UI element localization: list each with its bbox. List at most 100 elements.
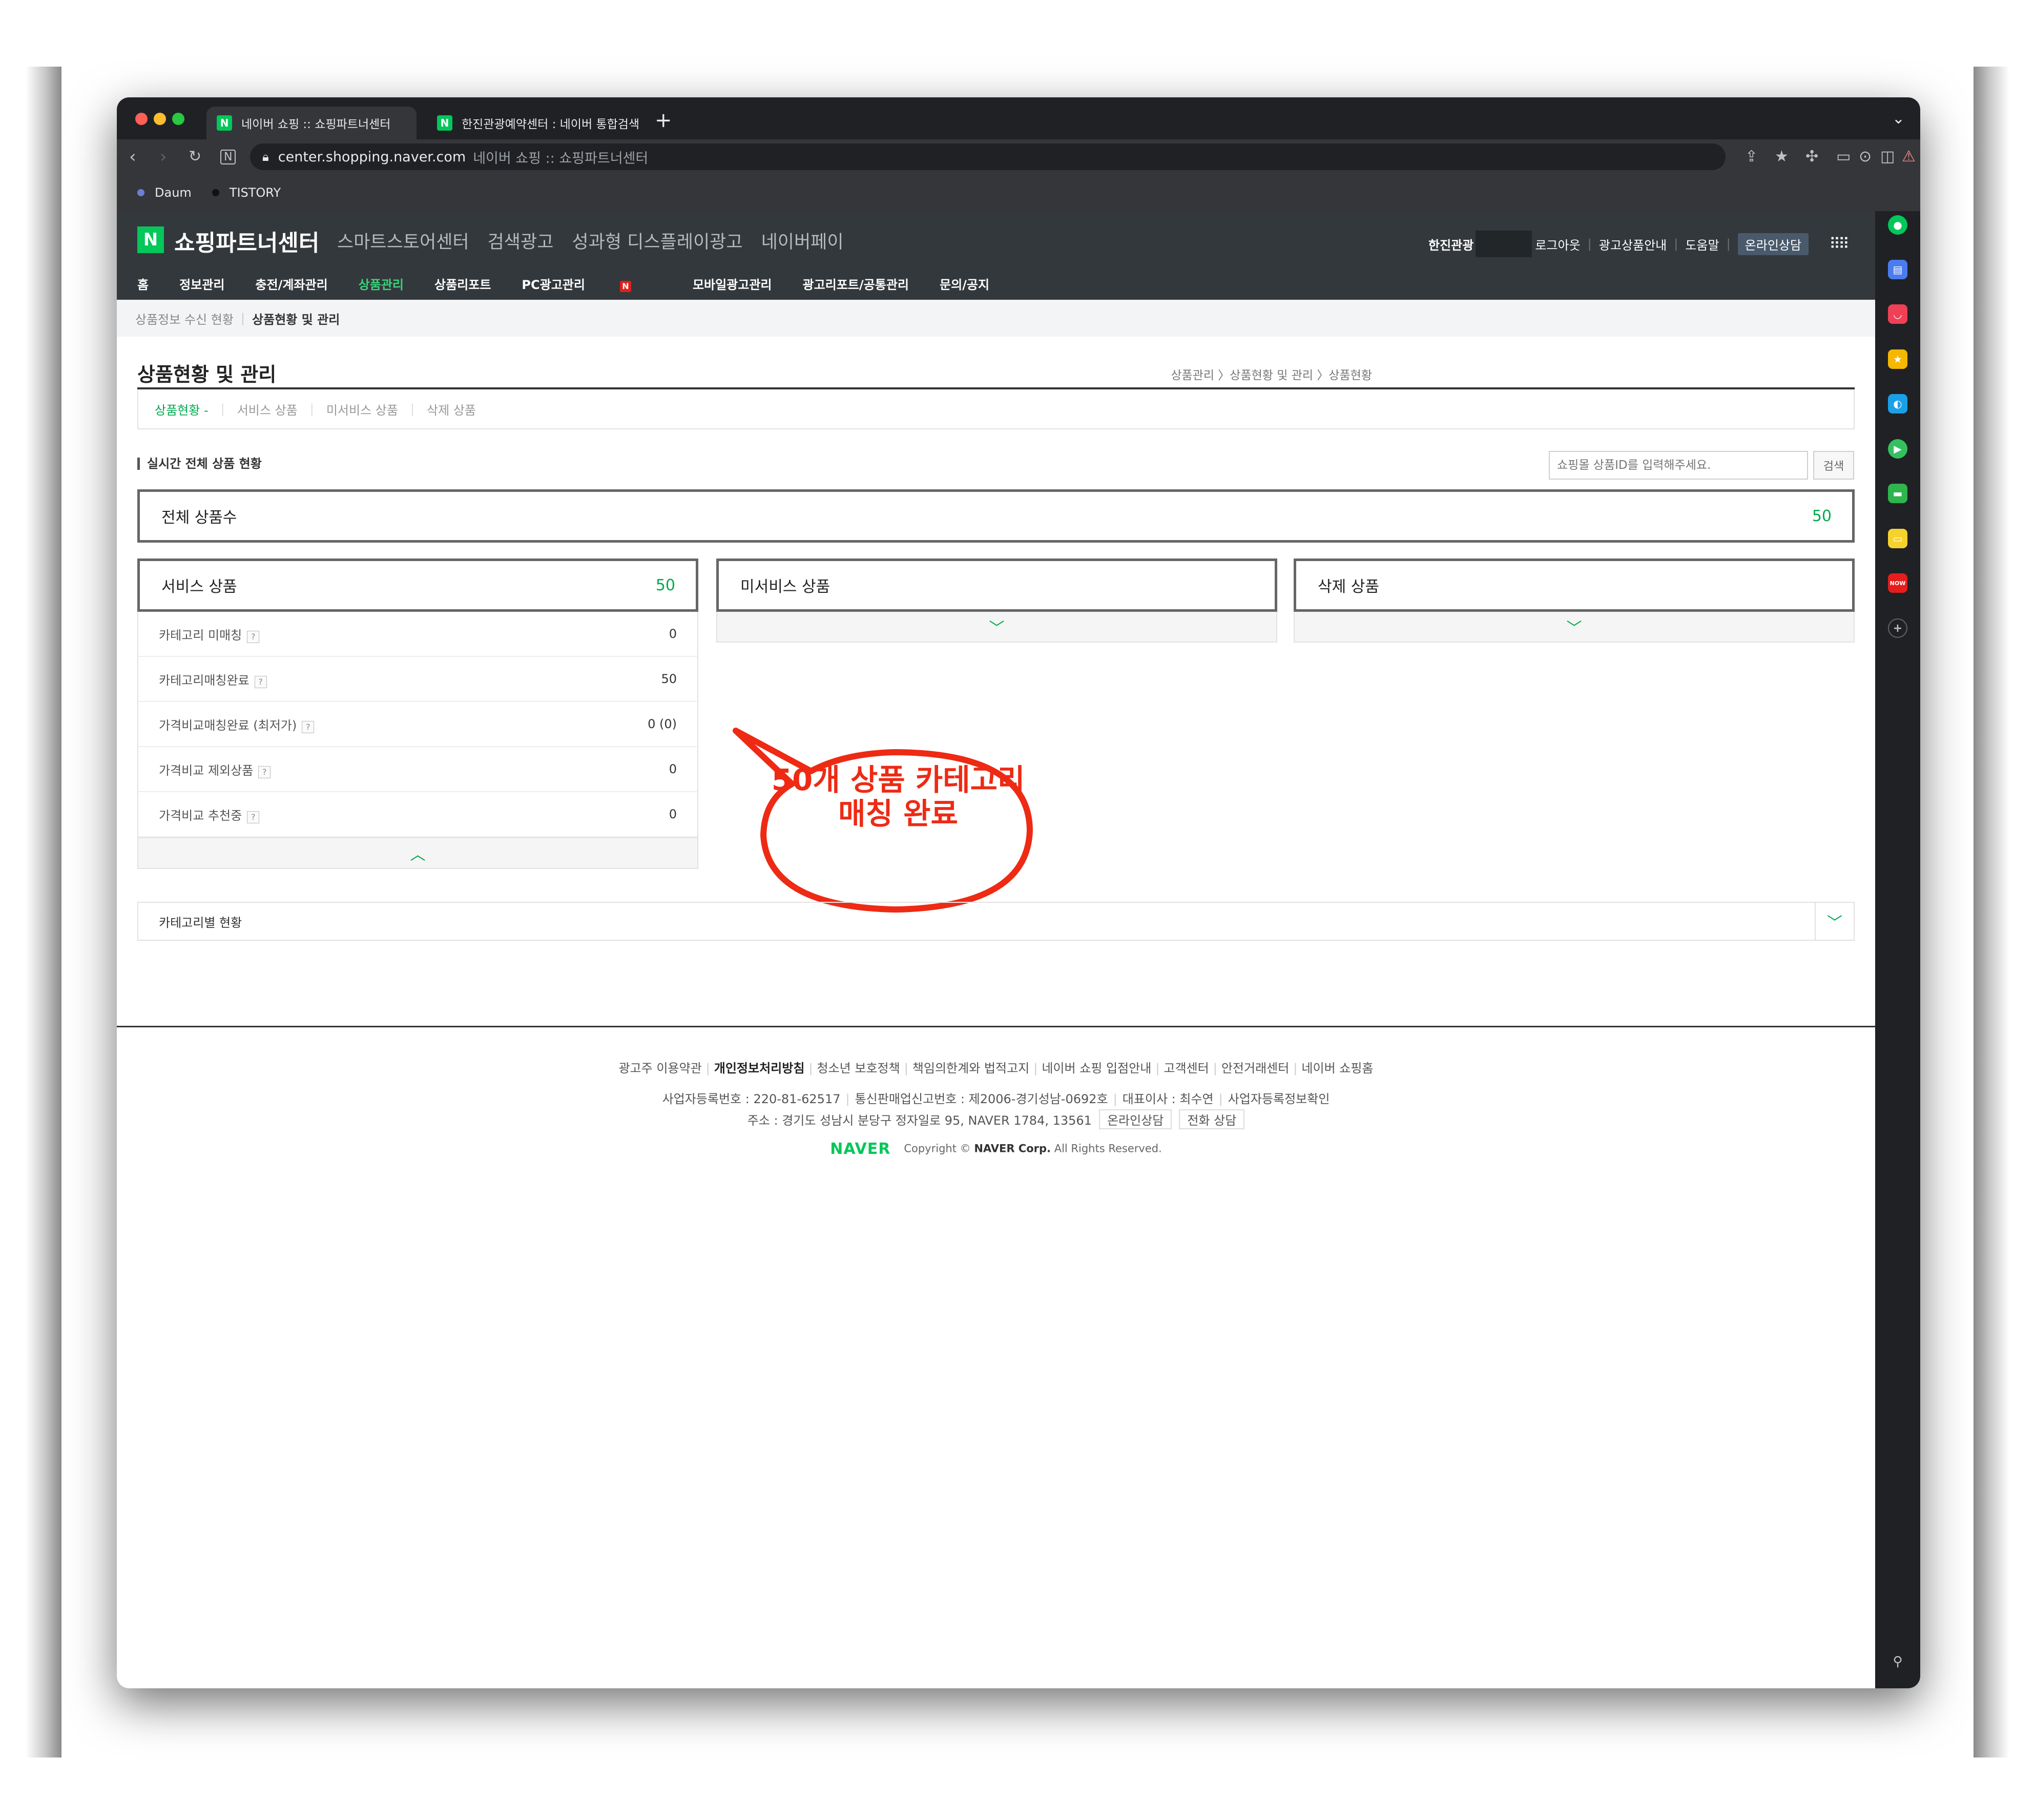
menu-smartstore[interactable]: 스마트스토어센터 <box>337 228 469 254</box>
lock-icon: 🔒︎ <box>262 150 269 164</box>
tab-deleted-products[interactable]: 삭제 상품 <box>427 400 476 418</box>
site-logo-text[interactable]: 쇼핑파트너센터 <box>174 224 319 257</box>
naver-site-icon[interactable]: N <box>220 150 236 164</box>
breadcrumb-prev[interactable]: 상품정보 수신 현황 <box>135 309 234 327</box>
close-window-button[interactable] <box>135 113 148 125</box>
warning-icon[interactable]: ⚠ <box>1902 148 1916 166</box>
expand-chevron-down-icon[interactable]: ﹀ <box>1815 903 1854 940</box>
extensions-icon[interactable]: ✣ <box>1805 148 1818 166</box>
expand-chevron-down-icon[interactable]: ﹀ <box>716 612 1277 643</box>
tab-non-service-products[interactable]: 미서비스 상품 <box>326 400 398 418</box>
card-header[interactable]: 미서비스 상품 <box>716 559 1277 612</box>
menu-display-ads[interactable]: 성과형 디스플레이광고 <box>572 228 742 254</box>
maximize-window-button[interactable] <box>172 113 184 125</box>
footer-link[interactable]: 안전거래센터 <box>1221 1061 1289 1076</box>
screenshot-icon[interactable]: ⊙ <box>1859 148 1872 166</box>
list-item: 가격비교 제외상품? 0 <box>138 747 697 792</box>
help-question-icon[interactable]: ? <box>302 720 315 733</box>
reload-icon[interactable]: ↻ <box>189 148 201 166</box>
expand-chevron-down-icon[interactable]: ﹀ <box>1294 612 1855 643</box>
help-question-icon[interactable]: ? <box>247 630 260 643</box>
row-value[interactable]: 0 <box>669 762 677 776</box>
page-shadow-left <box>26 67 61 1757</box>
app-grid-icon[interactable]: ⠿⠿ <box>1829 235 1850 253</box>
footer-link[interactable]: 네이버 쇼핑홈 <box>1301 1061 1373 1076</box>
address-bar[interactable]: 🔒︎ center.shopping.naver.com 네이버 쇼핑 :: 쇼… <box>250 143 1726 170</box>
nav-products[interactable]: 상품관리 <box>359 275 404 293</box>
bookmark-tistory[interactable]: TISTORY <box>212 185 281 200</box>
menu-search-ads[interactable]: 검색광고 <box>488 228 554 254</box>
row-value[interactable]: 50 <box>661 672 677 686</box>
footer-link[interactable]: 광고주 이용약관 <box>618 1061 701 1076</box>
card-header[interactable]: 삭제 상품 <box>1294 559 1855 612</box>
now-icon[interactable]: NOW <box>1888 573 1907 593</box>
logout-link[interactable]: 로그아웃 <box>1535 235 1580 253</box>
minimize-window-button[interactable] <box>154 113 166 125</box>
section-title: 실시간 전체 상품 현황 <box>137 458 262 470</box>
help-question-icon[interactable]: ? <box>254 675 267 688</box>
menu-naver-pay[interactable]: 네이버페이 <box>761 228 844 254</box>
bookmark-star-icon[interactable]: ★ <box>1775 148 1789 166</box>
notes-icon[interactable]: ▭ <box>1888 529 1907 548</box>
nav-info[interactable]: 정보관리 <box>179 275 224 293</box>
copyright-prefix: Copyright © <box>904 1142 971 1155</box>
nav-inquiry[interactable]: 문의/공지 <box>940 275 989 293</box>
share-icon[interactable]: ⇪ <box>1745 148 1758 166</box>
footer-link[interactable]: 책임의한계와 법적고지 <box>912 1061 1029 1076</box>
footer-link[interactable]: 청소년 보호정책 <box>817 1061 900 1076</box>
forward-icon[interactable]: › <box>160 147 167 167</box>
back-icon[interactable]: ‹ <box>129 147 136 167</box>
row-value[interactable]: 0 <box>669 627 677 641</box>
breadcrumb-current[interactable]: 상품현황 및 관리 <box>252 309 340 327</box>
nav-mobile-ads[interactable]: 모바일광고관리 <box>693 275 772 293</box>
bookmarks-bar: Daum TISTORY <box>117 174 1920 211</box>
tab-search-chevron-icon[interactable]: ⌄ <box>1892 110 1905 128</box>
bookmark-daum[interactable]: Daum <box>137 185 192 200</box>
cast-icon[interactable]: ▭ <box>1836 148 1851 166</box>
help-link[interactable]: 도움말 <box>1685 235 1719 253</box>
nav-charge[interactable]: 충전/계좌관리 <box>255 275 327 293</box>
tab-service-products[interactable]: 서비스 상품 <box>237 400 298 418</box>
nav-product-report[interactable]: 상품리포트 <box>434 275 491 293</box>
online-consult-button[interactable]: 온라인상담 <box>1737 233 1809 255</box>
tab-product-status[interactable]: 상품현황 - <box>155 400 209 418</box>
naver-footer-logo[interactable]: NAVER <box>830 1140 890 1158</box>
tistory-favicon-icon <box>212 189 219 196</box>
row-value[interactable]: 0 (0) <box>648 717 677 731</box>
card-header[interactable]: 서비스 상품 50 <box>137 559 698 612</box>
product-id-search-input[interactable] <box>1549 451 1808 480</box>
footer-link[interactable]: 개인정보처리방침 <box>714 1061 805 1076</box>
pocket-icon[interactable]: ◡ <box>1888 304 1907 324</box>
nav-pc-ads[interactable]: PC광고관리 N <box>522 275 662 293</box>
phone-consult-button[interactable]: 전화 상담 <box>1179 1109 1245 1129</box>
edge-icon[interactable]: ◐ <box>1888 394 1907 413</box>
new-tab-button[interactable]: + <box>655 109 672 132</box>
nav-ad-report[interactable]: 광고리포트/공통관리 <box>803 275 909 293</box>
collapse-chevron-up-icon[interactable]: ︿ <box>137 838 698 869</box>
annotation-line-1: 50개 상품 카테고리 <box>771 762 1025 797</box>
category-status-bar[interactable]: 카테고리별 현황 ﹀ <box>137 902 1855 941</box>
footer-link[interactable]: 네이버 쇼핑 입점안내 <box>1042 1061 1151 1076</box>
search-button[interactable]: 검색 <box>1813 451 1854 480</box>
total-count[interactable]: 50 <box>1812 507 1832 525</box>
browser-tab-active[interactable]: N 네이버 쇼핑 :: 쇼핑파트너센터 <box>206 107 417 139</box>
play-icon[interactable]: ▶ <box>1888 439 1907 459</box>
naver-logo-icon[interactable]: N <box>137 226 164 253</box>
briefcase-icon[interactable]: ▤ <box>1888 260 1907 279</box>
chat-icon[interactable]: ▬ <box>1888 484 1907 503</box>
biz-info-check-link[interactable]: 사업자등록정보확인 <box>1228 1092 1330 1106</box>
ad-products-link[interactable]: 광고상품안내 <box>1599 235 1667 253</box>
browser-tab[interactable]: N 한진관광예약센터 : 네이버 통합검색 <box>427 107 642 139</box>
help-question-icon[interactable]: ? <box>247 811 260 823</box>
pin-icon[interactable]: ⚲ <box>1888 1652 1907 1671</box>
naver-green-circle-icon[interactable]: ● <box>1888 215 1907 235</box>
online-consult-button[interactable]: 온라인상담 <box>1098 1109 1172 1129</box>
footer-link[interactable]: 고객센터 <box>1164 1061 1209 1076</box>
sidebar-toggle-icon[interactable]: ◫ <box>1880 148 1895 166</box>
service-count[interactable]: 50 <box>656 576 675 594</box>
nav-home[interactable]: 홈 <box>137 275 149 293</box>
star-icon[interactable]: ★ <box>1888 349 1907 369</box>
help-question-icon[interactable]: ? <box>258 766 271 778</box>
add-icon[interactable]: + <box>1888 618 1907 638</box>
row-value[interactable]: 0 <box>669 807 677 821</box>
